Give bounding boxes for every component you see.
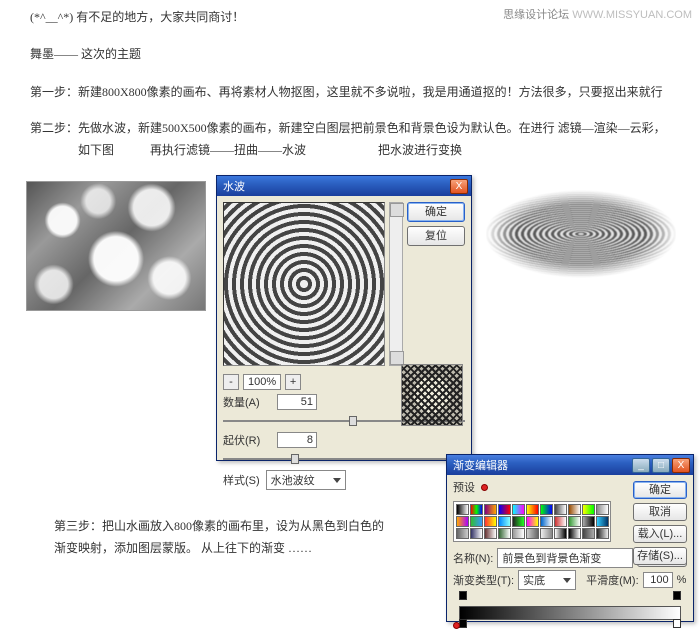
gradient-swatch[interactable]	[582, 528, 595, 539]
step3-text: 把山水画放入800像素的画布里，设为从黑色到白色的渐变映射，添加图层蒙版。 从上…	[54, 519, 384, 555]
ridges-slider[interactable]	[223, 452, 465, 466]
opacity-stop[interactable]	[673, 591, 681, 600]
ok-button[interactable]: 确定	[407, 202, 465, 222]
color-stop[interactable]	[459, 619, 467, 628]
ridges-label: 起伏(R)	[223, 432, 271, 448]
gradient-swatch[interactable]	[526, 504, 539, 515]
gradient-swatch[interactable]	[540, 528, 553, 539]
dialog-title: 水波	[223, 178, 448, 194]
step-2: 第二步： 先做水波，新建500X500像素的画布，新建空白图层把前景色和背景色设…	[30, 118, 676, 161]
gradient-swatch[interactable]	[554, 516, 567, 527]
name-input[interactable]: 前景色到背景色渐变	[497, 548, 633, 568]
gradient-swatch[interactable]	[554, 504, 567, 515]
cancel-button[interactable]: 复位	[407, 226, 465, 246]
gradient-swatch[interactable]	[526, 516, 539, 527]
gradient-swatch[interactable]	[484, 516, 497, 527]
gradient-swatch[interactable]	[456, 504, 469, 515]
gradient-swatch[interactable]	[512, 528, 525, 539]
type-select[interactable]: 实底	[518, 570, 576, 590]
save-button[interactable]: 存储(S)...	[633, 547, 687, 565]
gradient-presets[interactable]	[453, 501, 611, 542]
gradient-swatch[interactable]	[568, 516, 581, 527]
gradient-swatch[interactable]	[568, 528, 581, 539]
amount-input[interactable]: 51	[277, 394, 317, 410]
watermark-url: WWW.MISSYUAN.COM	[572, 9, 692, 21]
ridges-input[interactable]: 8	[277, 432, 317, 448]
gradient-swatch[interactable]	[526, 528, 539, 539]
gradient-swatch[interactable]	[568, 504, 581, 515]
ok-button[interactable]: 确定	[633, 481, 687, 499]
close-button[interactable]: X	[672, 458, 690, 473]
zoom-percent: 100%	[243, 374, 281, 390]
chevron-down-icon	[333, 478, 341, 483]
gradient-swatch[interactable]	[596, 516, 609, 527]
gradient-swatch[interactable]	[470, 516, 483, 527]
style-label: 样式(S)	[223, 472, 260, 488]
gradient-swatch[interactable]	[596, 528, 609, 539]
gradient-swatch[interactable]	[484, 504, 497, 515]
gradient-swatch[interactable]	[456, 516, 469, 527]
gradient-bar[interactable]	[459, 606, 681, 620]
maximize-button[interactable]: □	[652, 458, 670, 473]
style-thumbnail	[401, 364, 463, 426]
preview-scrollbar[interactable]	[389, 202, 403, 366]
gradient-swatch[interactable]	[554, 528, 567, 539]
dialog-titlebar[interactable]: 水波 X	[217, 176, 471, 196]
gradient-swatch[interactable]	[498, 504, 511, 515]
gradient-swatch[interactable]	[540, 504, 553, 515]
gradient-swatch[interactable]	[582, 516, 595, 527]
annotation-dot-icon	[481, 484, 488, 491]
gradient-swatch[interactable]	[470, 504, 483, 515]
style-select[interactable]: 水池波纹	[266, 470, 346, 490]
watermark: 思缘设计论坛 WWW.MISSYUAN.COM	[503, 6, 692, 22]
step2-text: 先做水波，新建500X500像素的画布，新建空白图层把前景色和背景色设为默认色。…	[78, 118, 676, 161]
zigzag-dialog: 水波 X 确定 复位 - 100% + 数量(A) 51	[216, 175, 472, 461]
watermark-brand: 思缘设计论坛	[503, 9, 569, 21]
dialog-title: 渐变编辑器	[453, 457, 630, 473]
gradient-editor-dialog: 渐变编辑器 _ □ X 预设 确定 取消 载入(L)... 存储(S)... 名…	[446, 454, 694, 622]
gradient-swatch[interactable]	[512, 516, 525, 527]
step1-label: 第一步：	[30, 82, 78, 104]
step3-label: 第三步：	[54, 519, 102, 533]
color-stop[interactable]	[673, 619, 681, 628]
minimize-button[interactable]: _	[632, 458, 650, 473]
smooth-input[interactable]: 100	[643, 572, 673, 588]
clouds-preview-image	[26, 181, 206, 311]
type-label: 渐变类型(T):	[453, 572, 514, 588]
style-value: 水池波纹	[271, 472, 315, 488]
cancel-button[interactable]: 取消	[633, 503, 687, 521]
amount-label: 数量(A)	[223, 394, 271, 410]
ripple-transformed-image	[486, 189, 676, 279]
step-1: 第一步： 新建800X800像素的画布、再将素材人物抠图，这里就不多说啦，我是用…	[30, 82, 676, 104]
step2-label: 第二步：	[30, 118, 78, 161]
gradient-swatch[interactable]	[498, 516, 511, 527]
gradient-swatch[interactable]	[470, 528, 483, 539]
load-button[interactable]: 载入(L)...	[633, 525, 687, 543]
close-button[interactable]: X	[450, 179, 468, 194]
gradient-swatch[interactable]	[456, 528, 469, 539]
presets-label: 预设	[453, 479, 475, 495]
gradient-swatch[interactable]	[498, 528, 511, 539]
theme-text: 舞墨—— 这次的主题	[30, 45, 676, 64]
dialog-titlebar[interactable]: 渐变编辑器 _ □ X	[447, 455, 693, 475]
filter-preview	[223, 202, 385, 366]
step-3: 第三步：把山水画放入800像素的画布里，设为从黑色到白色的渐变映射，添加图层蒙版…	[54, 516, 394, 559]
smooth-unit: %	[677, 574, 687, 586]
opacity-stop[interactable]	[459, 591, 467, 600]
zoom-out-button[interactable]: -	[223, 374, 239, 390]
chevron-down-icon	[563, 578, 571, 583]
gradient-swatch[interactable]	[484, 528, 497, 539]
gradient-swatch[interactable]	[596, 504, 609, 515]
gradient-swatch[interactable]	[540, 516, 553, 527]
gradient-swatch[interactable]	[582, 504, 595, 515]
name-label: 名称(N):	[453, 550, 493, 566]
zoom-in-button[interactable]: +	[285, 374, 301, 390]
step1-text: 新建800X800像素的画布、再将素材人物抠图，这里就不多说啦，我是用通道抠的！…	[78, 82, 676, 104]
smooth-label: 平滑度(M):	[586, 572, 639, 588]
gradient-swatch[interactable]	[512, 504, 525, 515]
